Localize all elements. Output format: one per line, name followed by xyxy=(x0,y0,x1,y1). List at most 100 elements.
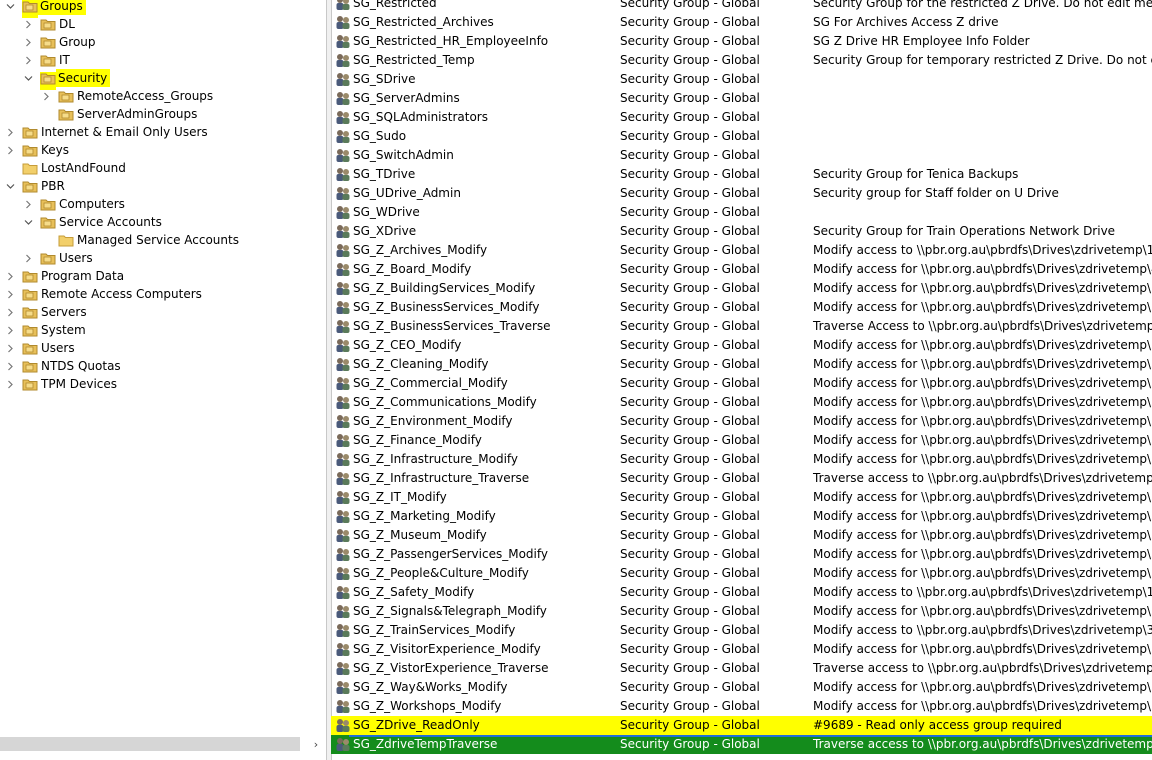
chevron-right-icon[interactable] xyxy=(4,357,16,375)
group-row[interactable]: SG_Z_Signals&Telegraph_Modify Security Gr… xyxy=(331,602,1152,621)
chevron-right-icon[interactable] xyxy=(4,321,16,339)
tree-node-pbr[interactable]: PBR xyxy=(0,177,326,195)
group-row[interactable]: SG_Z_VisitorExperience_Modify Security Gr… xyxy=(331,640,1152,659)
group-row[interactable]: SG_Z_Board_Modify Security Group - Global… xyxy=(331,260,1152,279)
group-row[interactable]: SG_Z_Commercial_Modify Security Group - G… xyxy=(331,374,1152,393)
tree-node-computers[interactable]: Computers xyxy=(0,195,326,213)
group-row[interactable]: SG_Z_Communications_Modify Security Group… xyxy=(331,393,1152,412)
group-row[interactable]: SG_SDrive Security Group - Global xyxy=(331,70,1152,89)
group-row[interactable]: SG_Restricted_HR_EmployeeInfo Security Gr… xyxy=(331,32,1152,51)
tree-node-groups[interactable]: Groups xyxy=(0,0,326,18)
chevron-right-icon[interactable] xyxy=(4,339,16,357)
chevron-right-icon[interactable] xyxy=(40,87,52,105)
tree-node-remoteaccess-groups[interactable]: RemoteAccess_Groups xyxy=(0,87,326,105)
group-row[interactable]: SG_Z_Safety_Modify Security Group - Globa… xyxy=(331,583,1152,602)
group-row[interactable]: SG_Z_Museum_Modify Security Group - Globa… xyxy=(331,526,1152,545)
group-row[interactable]: SG_Z_Environment_Modify Security Group - … xyxy=(331,412,1152,431)
group-name: SG_WDrive xyxy=(353,205,420,219)
chevron-right-icon[interactable] xyxy=(4,267,16,285)
tree-node-internet-email-only-users[interactable]: Internet & Email Only Users xyxy=(0,123,326,141)
group-row[interactable]: SG_ZdriveTempTraverse Security Group - Gl… xyxy=(331,735,1152,754)
group-row[interactable]: SG_Z_Cleaning_Modify Security Group - Glo… xyxy=(331,355,1152,374)
chevron-right-icon[interactable] xyxy=(22,51,34,69)
tree-horizontal-scrollbar[interactable] xyxy=(0,737,300,751)
group-name: SG_Z_Communications_Modify xyxy=(353,395,537,409)
group-row[interactable]: SG_Z_BusinessServices_Traverse Security G… xyxy=(331,317,1152,336)
group-row[interactable]: SG_Restricted_Archives Security Group - G… xyxy=(331,13,1152,32)
group-name: SG_Z_TrainServices_Modify xyxy=(353,623,516,637)
group-icon xyxy=(335,490,351,505)
group-row[interactable]: SG_Z_VistorExperience_Traverse Security G… xyxy=(331,659,1152,678)
group-row[interactable]: SG_SQLAdministrators Security Group - Glo… xyxy=(331,108,1152,127)
group-row[interactable]: SG_ServerAdmins Security Group - Global xyxy=(331,89,1152,108)
tree-node-lostandfound[interactable]: LostAndFound xyxy=(0,159,326,177)
scroll-right-arrow-icon[interactable]: › xyxy=(309,737,323,753)
tree-node-managed-service-accounts[interactable]: Managed Service Accounts xyxy=(0,231,326,249)
chevron-right-icon[interactable] xyxy=(4,303,16,321)
group-row[interactable]: SG_Restricted_Temp Security Group - Globa… xyxy=(331,51,1152,70)
tree-node-servers[interactable]: Servers xyxy=(0,303,326,321)
group-icon xyxy=(335,53,351,68)
tree-node-serveradmingroups[interactable]: ServerAdminGroups xyxy=(0,105,326,123)
group-row[interactable]: SG_Z_BuildingServices_Modify Security Gro… xyxy=(331,279,1152,298)
group-type: Security Group - Global xyxy=(620,623,760,637)
group-row[interactable]: SG_XDrive Security Group - Global Security… xyxy=(331,222,1152,241)
tree-node-keys[interactable]: Keys xyxy=(0,141,326,159)
group-row[interactable]: SG_Z_Marketing_Modify Security Group - Gl… xyxy=(331,507,1152,526)
group-row[interactable]: SG_Sudo Security Group - Global xyxy=(331,127,1152,146)
tree-node-tpm-devices[interactable]: TPM Devices xyxy=(0,375,326,393)
group-description: Modify access for \\pbr.org.au\pbrdfs\Dr… xyxy=(813,604,1152,618)
tree-node-dl[interactable]: DL xyxy=(0,15,326,33)
chevron-down-icon[interactable] xyxy=(4,177,16,195)
group-name: SG_Z_Way&Works_Modify xyxy=(353,680,508,694)
group-row[interactable]: SG_Z_Infrastructure_Traverse Security Gro… xyxy=(331,469,1152,488)
group-icon xyxy=(335,357,351,372)
group-row[interactable]: SG_Z_PassengerServices_Modify Security Gr… xyxy=(331,545,1152,564)
chevron-down-icon[interactable] xyxy=(4,0,16,15)
group-row[interactable]: SG_Z_People&Culture_Modify Security Group… xyxy=(331,564,1152,583)
tree-node-program-data[interactable]: Program Data xyxy=(0,267,326,285)
chevron-right-icon[interactable] xyxy=(4,123,16,141)
group-type: Security Group - Global xyxy=(620,642,760,656)
group-row[interactable]: SG_WDrive Security Group - Global xyxy=(331,203,1152,222)
tree-node-service-accounts[interactable]: Service Accounts xyxy=(0,213,326,231)
chevron-down-icon[interactable] xyxy=(22,69,34,87)
tree-node-security[interactable]: Security xyxy=(0,69,326,90)
chevron-right-icon[interactable] xyxy=(4,375,16,393)
chevron-right-icon[interactable] xyxy=(22,15,34,33)
group-row[interactable]: SG_TDrive Security Group - Global Security… xyxy=(331,165,1152,184)
tree-node-it[interactable]: IT xyxy=(0,51,326,69)
group-type: Security Group - Global xyxy=(620,281,760,295)
group-row[interactable]: SG_Z_Archives_Modify Security Group - Glo… xyxy=(331,241,1152,260)
chevron-right-icon[interactable] xyxy=(22,195,34,213)
tree-node-users[interactable]: Users xyxy=(0,249,326,267)
group-row[interactable]: SG_Z_Infrastructure_Modify Security Group… xyxy=(331,450,1152,469)
tree-node-label: TPM Devices xyxy=(41,377,118,391)
group-row[interactable]: SG_Z_CEO_Modify Security Group - Global Mo… xyxy=(331,336,1152,355)
group-row[interactable]: SG_Z_Workshops_Modify Security Group - Gl… xyxy=(331,697,1152,716)
group-description: Modify access for \\pbr.org.au\pbrdfs\Dr… xyxy=(813,528,1152,542)
group-icon xyxy=(335,566,351,581)
chevron-right-icon[interactable] xyxy=(22,33,34,51)
tree-node-system[interactable]: System xyxy=(0,321,326,339)
group-name: SG_XDrive xyxy=(353,224,417,238)
tree-node-group[interactable]: Group xyxy=(0,33,326,51)
tree-node-remote-access-computers[interactable]: Remote Access Computers xyxy=(0,285,326,303)
group-row[interactable]: SG_Z_TrainServices_Modify Security Group … xyxy=(331,621,1152,640)
group-row[interactable]: SG_UDrive_Admin Security Group - Global Se… xyxy=(331,184,1152,203)
group-row[interactable]: SG_Z_BusinessServices_Modify Security Gro… xyxy=(331,298,1152,317)
group-icon xyxy=(335,129,351,144)
tree-node-users[interactable]: Users xyxy=(0,339,326,357)
tree-node-ntds-quotas[interactable]: NTDS Quotas xyxy=(0,357,326,375)
chevron-right-icon[interactable] xyxy=(22,249,34,267)
group-row[interactable]: SG_ZDrive_ReadOnly Security Group - Globa… xyxy=(331,716,1152,735)
group-row[interactable]: SG_Z_Way&Works_Modify Security Group - Gl… xyxy=(331,678,1152,697)
group-row[interactable]: SG_Z_IT_Modify Security Group - Global Mod… xyxy=(331,488,1152,507)
group-row[interactable]: SG_SwitchAdmin Security Group - Global xyxy=(331,146,1152,165)
chevron-down-icon[interactable] xyxy=(22,213,34,231)
group-row[interactable]: SG_Z_Finance_Modify Security Group - Glob… xyxy=(331,431,1152,450)
group-description: Modify access for \\pbr.org.au\pbrdfs\Dr… xyxy=(813,395,1152,409)
group-row[interactable]: SG_Restricted Security Group - Global Secu… xyxy=(331,0,1152,13)
chevron-right-icon[interactable] xyxy=(4,141,16,159)
chevron-right-icon[interactable] xyxy=(4,285,16,303)
